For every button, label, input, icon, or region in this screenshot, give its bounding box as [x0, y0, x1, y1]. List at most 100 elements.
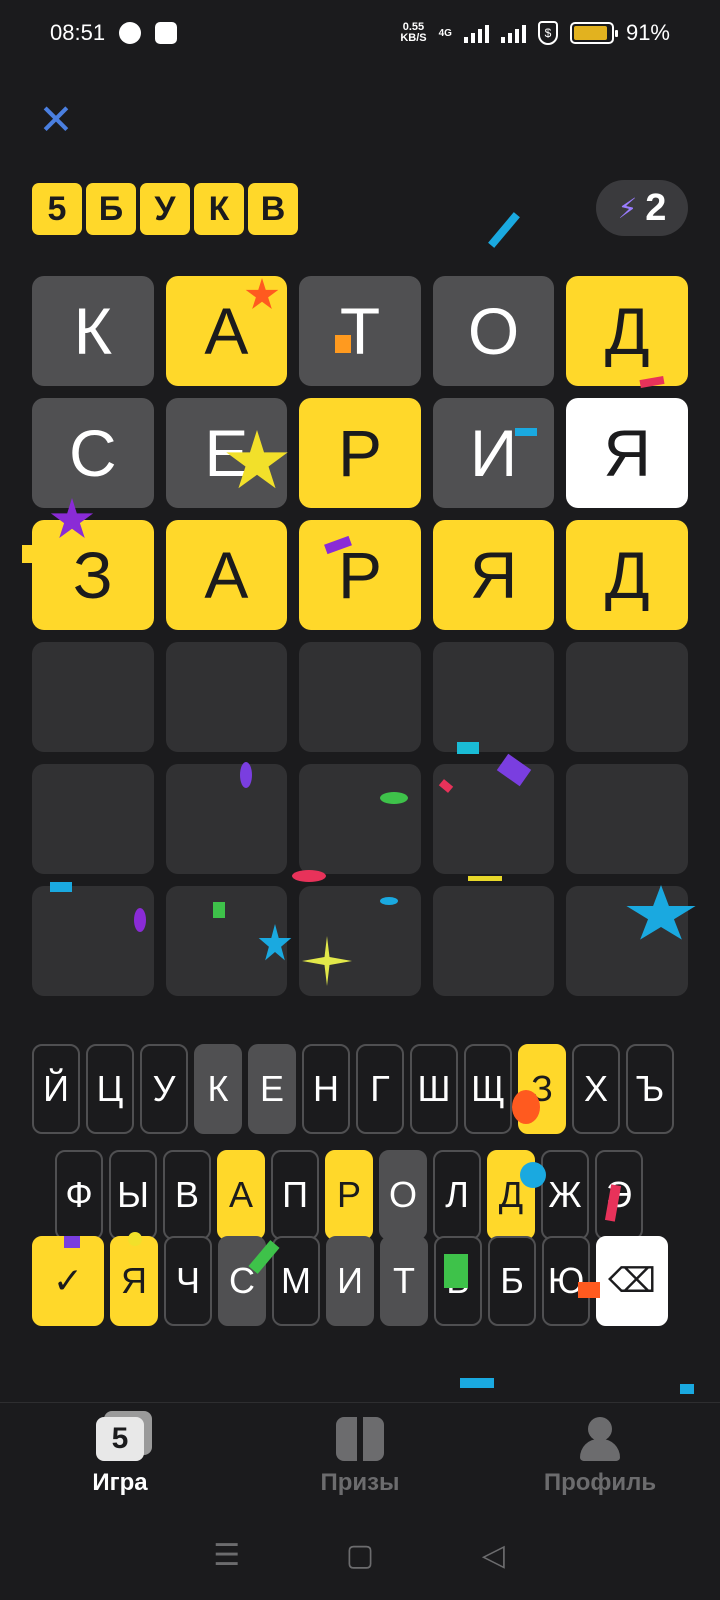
board-cell [432, 886, 555, 996]
board-row: ЗАРЯД [32, 520, 688, 630]
letter-key[interactable]: Ы [109, 1150, 157, 1240]
confetti-piece [512, 1090, 540, 1124]
board-cell [32, 764, 154, 874]
letter-key[interactable]: Щ [464, 1044, 512, 1134]
board-row [32, 764, 688, 874]
board-cell: Я [432, 520, 555, 630]
signal-icon [463, 23, 489, 43]
profile-icon [576, 1417, 624, 1461]
letter-key[interactable]: Г [356, 1044, 404, 1134]
confetti-piece [22, 545, 44, 563]
keyboard-row-2: ФЫВАПРОЛДЖЭ [55, 1150, 643, 1240]
letter-key[interactable]: Л [433, 1150, 481, 1240]
status-bar: 08:51 0.55 KB/S 4G $ 91% [0, 0, 720, 66]
nav-tab-profile[interactable]: Профиль [480, 1403, 720, 1512]
letter-key[interactable]: Х [572, 1044, 620, 1134]
board-cell [165, 764, 288, 874]
letter-key[interactable]: Р [325, 1150, 373, 1240]
board-cell: Т [299, 276, 421, 386]
confetti-piece [488, 212, 520, 248]
letter-key[interactable]: У [140, 1044, 188, 1134]
confetti-piece [213, 902, 225, 918]
letter-key[interactable]: А [217, 1150, 265, 1240]
security-shield-icon: $ [537, 21, 558, 45]
board-cell: Д [566, 276, 688, 386]
board-row: КАТОД [32, 276, 688, 386]
letter-key[interactable]: Т [380, 1236, 428, 1326]
confetti-piece [460, 1378, 494, 1388]
close-button[interactable]: ✕ [36, 99, 76, 141]
letter-key[interactable]: Ж [541, 1150, 589, 1240]
hints-counter[interactable]: ⚡ 2 [596, 180, 688, 236]
confetti-piece [335, 335, 351, 353]
confetti-piece [468, 876, 502, 881]
logo-letter: 5 [32, 183, 82, 235]
keyboard-row-1: ЙЦУКЕНГШЩЗХЪ [32, 1044, 674, 1134]
enter-key[interactable]: ✓ [32, 1236, 104, 1326]
letter-key[interactable]: И [326, 1236, 374, 1326]
letter-key[interactable]: К [194, 1044, 242, 1134]
letter-key[interactable]: Ъ [626, 1044, 674, 1134]
confetti-piece [520, 1162, 546, 1188]
battery-icon [569, 22, 618, 44]
board-cell [432, 642, 555, 752]
letter-key[interactable]: Е [248, 1044, 296, 1134]
confetti-piece [444, 1254, 468, 1288]
system-navigation: ☰ ▢ ◁ [0, 1520, 720, 1590]
nav-tab-prizes[interactable]: Призы [240, 1403, 480, 1512]
letter-key[interactable]: Б [488, 1236, 536, 1326]
confetti-piece [380, 792, 408, 804]
letter-key[interactable]: Й [32, 1044, 80, 1134]
letter-key[interactable]: Ц [86, 1044, 134, 1134]
board-cell [432, 764, 555, 874]
nav-tab-game[interactable]: 5 Игра [0, 1403, 240, 1512]
board-cell [32, 642, 154, 752]
letter-key[interactable]: О [379, 1150, 427, 1240]
board-cell [299, 764, 421, 874]
logo-letter: Б [86, 183, 136, 235]
game-icon: 5 [96, 1417, 144, 1461]
letter-key[interactable]: М [272, 1236, 320, 1326]
clock: 08:51 [50, 20, 106, 45]
logo-letter: В [248, 183, 298, 235]
network-type: 4G [438, 27, 452, 39]
gift-icon [336, 1417, 384, 1461]
confetti-piece [292, 870, 326, 882]
nav-label-profile: Профиль [543, 1469, 657, 1496]
board-cell: Р [299, 520, 421, 630]
logo-letter: У [140, 183, 190, 235]
letter-key[interactable]: В [163, 1150, 211, 1240]
backspace-key[interactable]: ⌫ [596, 1236, 668, 1326]
confetti-piece [457, 742, 479, 754]
letter-key[interactable]: Ч [164, 1236, 212, 1326]
confetti-piece [50, 882, 72, 892]
confetti-piece [64, 1236, 80, 1248]
board-cell: Я [566, 398, 688, 508]
network-speed: 0.55 KB/S [400, 21, 427, 44]
confetti-piece [515, 428, 537, 436]
letter-key[interactable]: Я [110, 1236, 158, 1326]
confetti-piece [134, 908, 146, 932]
board-cell: О [432, 276, 555, 386]
board-cell [32, 886, 154, 996]
letter-key[interactable]: Ю [542, 1236, 590, 1326]
home-icon[interactable]: ▢ [340, 1538, 380, 1573]
letter-key[interactable]: П [271, 1150, 319, 1240]
letter-key[interactable]: Н [302, 1044, 350, 1134]
board-cell: С [32, 398, 154, 508]
board-cell: Д [566, 520, 688, 630]
board-cell: К [32, 276, 154, 386]
board-cell: Р [299, 398, 421, 508]
letter-key[interactable]: Ф [55, 1150, 103, 1240]
letter-key[interactable]: Ш [410, 1044, 458, 1134]
hints-count: 2 [645, 186, 667, 229]
board-row [32, 642, 688, 752]
board-cell [566, 642, 688, 752]
letter-key[interactable]: С [218, 1236, 266, 1326]
bolt-icon: ⚡ [617, 192, 638, 224]
back-icon[interactable]: ◁ [473, 1538, 513, 1573]
recent-apps-icon[interactable]: ☰ [207, 1538, 247, 1573]
battery-percent: 91% [625, 20, 670, 45]
confetti-piece [128, 1232, 142, 1246]
confetti-piece [240, 762, 252, 788]
